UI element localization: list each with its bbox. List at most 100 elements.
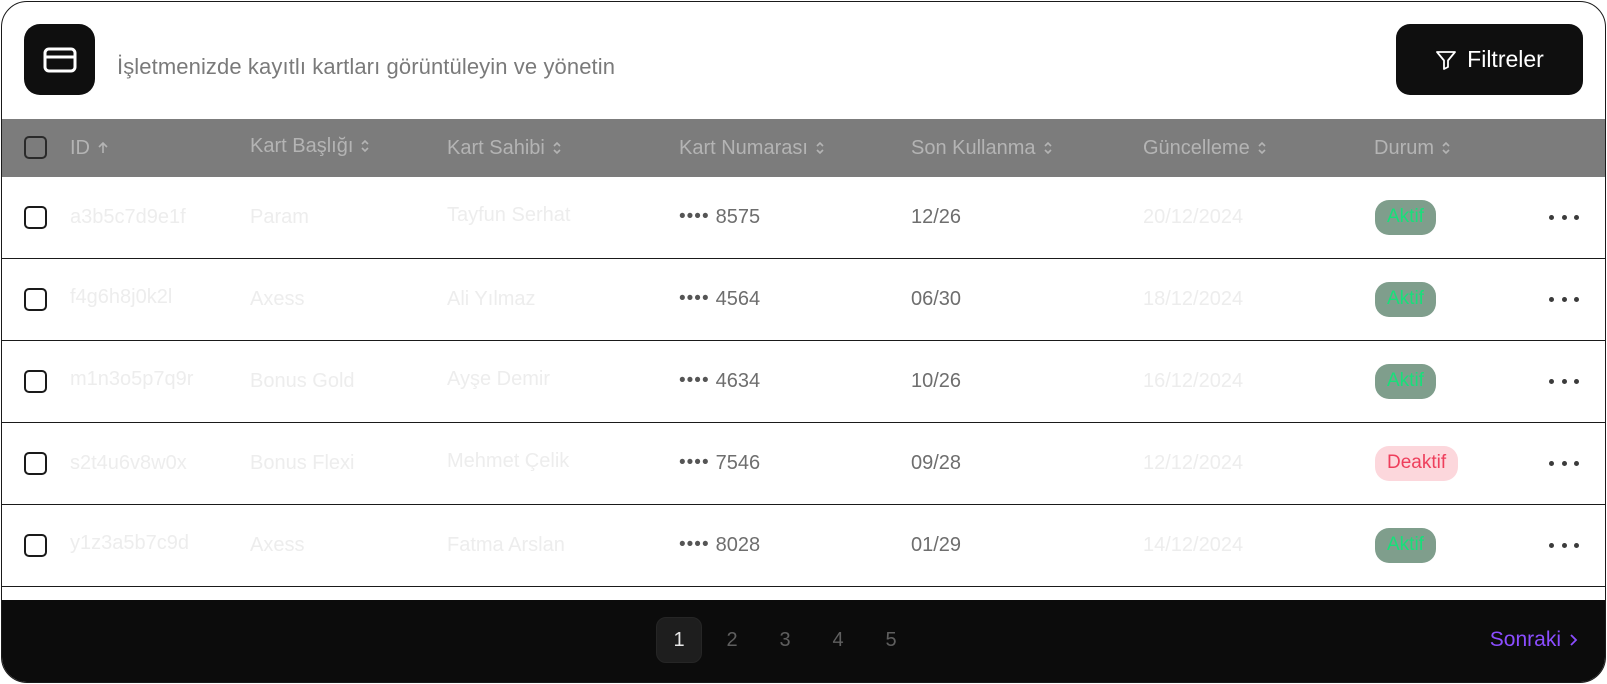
row-checkbox[interactable] — [24, 206, 47, 229]
masked-digits: •••• — [679, 206, 710, 227]
last-four-digits: 7546 — [715, 451, 761, 474]
column-header-status[interactable]: Durum — [1374, 119, 1451, 177]
page-subtitle: İşletmenizde kayıtlı kartları görüntüley… — [117, 54, 616, 79]
cell-status: Aktif — [1375, 177, 1436, 257]
cell-expiry: 10/26 — [911, 369, 962, 392]
filters-button-label: Filtreler — [1467, 46, 1544, 72]
cell-status: Aktif — [1375, 341, 1436, 421]
more-horizontal-icon[interactable] — [1549, 206, 1579, 228]
cell-card-title: Param — [250, 205, 309, 228]
column-header-label: Durum — [1374, 136, 1435, 159]
more-horizontal-icon[interactable] — [1549, 452, 1579, 474]
cell-card-owner: Fatma Arslan — [447, 533, 565, 556]
cell-updated: 20/12/2024 — [1143, 205, 1244, 228]
column-header-label: Kart Numarası — [679, 136, 808, 159]
cell-updated: 12/12/2024 — [1143, 451, 1244, 474]
next-page-button[interactable]: Sonraki — [1490, 617, 1579, 663]
card-icon-badge — [24, 24, 95, 95]
cell-id: a3b5c7d9e1f — [70, 205, 186, 228]
cell-card-number: •••• 8028 — [679, 505, 760, 585]
filter-icon — [1436, 50, 1457, 70]
masked-digits: •••• — [679, 534, 710, 555]
select-all-checkbox[interactable] — [24, 136, 47, 159]
page-list: 1 2 3 4 5 — [656, 617, 914, 663]
sort-icon — [361, 139, 369, 153]
column-header-label: ID — [70, 136, 90, 159]
chevron-right-icon — [1570, 634, 1578, 646]
cell-status: Deaktif — [1375, 423, 1459, 503]
table-row[interactable]: m1n3o5p7q9r Bonus Gold Ayşe Demir •••• 4… — [2, 341, 1605, 423]
column-header-expiry[interactable]: Son Kullanma — [911, 119, 1053, 177]
sort-icon — [1258, 141, 1266, 155]
more-horizontal-icon[interactable] — [1549, 534, 1579, 556]
cell-status: Aktif — [1375, 259, 1436, 339]
column-header-owner[interactable]: Kart Sahibi — [447, 119, 562, 177]
last-four-digits: 4634 — [715, 369, 761, 392]
table-row[interactable]: s2t4u6v8w0x Bonus Flexi Mehmet Çelik •••… — [2, 423, 1605, 505]
cell-updated: 18/12/2024 — [1143, 287, 1244, 310]
column-header-label: Kart Sahibi — [447, 136, 545, 159]
table-row[interactable]: a3b5c7d9e1f Param Tayfun Serhat •••• 857… — [2, 177, 1605, 259]
cell-id: s2t4u6v8w0x — [70, 451, 187, 474]
cell-card-number: •••• 7546 — [679, 423, 760, 503]
cell-card-number: •••• 8575 — [679, 177, 760, 257]
last-four-digits: 4564 — [715, 287, 761, 310]
page-button-2[interactable]: 2 — [709, 617, 755, 663]
cell-status: Aktif — [1375, 505, 1436, 585]
cell-expiry: 12/26 — [911, 205, 962, 228]
more-horizontal-icon[interactable] — [1549, 288, 1579, 310]
cell-expiry: 09/28 — [911, 451, 962, 474]
cell-card-owner: Tayfun Serhat — [447, 203, 571, 226]
sort-icon — [816, 141, 824, 155]
panel-header: İşletmenizde kayıtlı kartları görüntüley… — [2, 2, 1605, 119]
last-four-digits: 8028 — [715, 533, 761, 556]
cell-card-owner: Ali Yılmaz — [447, 287, 536, 310]
page-button-4[interactable]: 4 — [815, 617, 861, 663]
filters-button[interactable]: Filtreler — [1396, 24, 1583, 95]
column-header-card-number[interactable]: Kart Numarası — [679, 119, 825, 177]
status-badge: Aktif — [1375, 363, 1436, 399]
sort-icon — [553, 141, 561, 155]
cell-card-title: Axess — [250, 533, 305, 556]
page-button-5[interactable]: 5 — [868, 617, 914, 663]
column-header-label: Kart Başlığı — [250, 134, 354, 157]
status-badge: Aktif — [1375, 199, 1436, 235]
status-badge: Aktif — [1375, 281, 1436, 317]
column-header-updated[interactable]: Güncelleme — [1143, 119, 1267, 177]
cell-expiry: 01/29 — [911, 533, 962, 556]
table-row[interactable]: y1z3a5b7c9d Axess Fatma Arslan •••• 8028… — [2, 505, 1605, 587]
last-four-digits: 8575 — [715, 205, 761, 228]
more-horizontal-icon[interactable] — [1549, 370, 1579, 392]
sort-icon — [1442, 141, 1450, 155]
column-header-label: Güncelleme — [1143, 136, 1250, 159]
credit-card-icon — [43, 47, 76, 72]
masked-digits: •••• — [679, 288, 710, 309]
column-header-id[interactable]: ID — [70, 119, 109, 177]
page-button-3[interactable]: 3 — [762, 617, 808, 663]
table-header: ID Kart Başlığı Kart Sahibi Kart Numaras… — [2, 119, 1605, 177]
column-header-label: Son Kullanma — [911, 136, 1036, 159]
masked-digits: •••• — [679, 370, 710, 391]
row-checkbox[interactable] — [24, 370, 47, 393]
cell-card-owner: Ayşe Demir — [447, 367, 550, 390]
row-checkbox[interactable] — [24, 288, 47, 311]
status-badge: Aktif — [1375, 527, 1436, 563]
cell-card-title: Bonus Flexi — [250, 451, 355, 474]
page-button-1[interactable]: 1 — [656, 617, 702, 663]
pagination-bar: 1 2 3 4 5 Sonraki — [2, 600, 1605, 682]
row-checkbox[interactable] — [24, 452, 47, 475]
cell-expiry: 06/30 — [911, 287, 962, 310]
cell-id: y1z3a5b7c9d — [70, 531, 189, 554]
sort-ascending-icon — [98, 141, 108, 153]
cell-updated: 14/12/2024 — [1143, 533, 1244, 556]
cell-id: m1n3o5p7q9r — [70, 367, 194, 390]
cell-card-number: •••• 4564 — [679, 259, 760, 339]
cell-card-number: •••• 4634 — [679, 341, 760, 421]
cell-card-owner: Mehmet Çelik — [447, 449, 570, 472]
row-checkbox[interactable] — [24, 534, 47, 557]
column-header-title[interactable]: Kart Başlığı — [250, 117, 370, 175]
table-row[interactable]: f4g6h8j0k2l Axess Ali Yılmaz •••• 4564 0… — [2, 259, 1605, 341]
cell-card-title: Axess — [250, 287, 305, 310]
cell-id: f4g6h8j0k2l — [70, 285, 173, 308]
cell-updated: 16/12/2024 — [1143, 369, 1244, 392]
